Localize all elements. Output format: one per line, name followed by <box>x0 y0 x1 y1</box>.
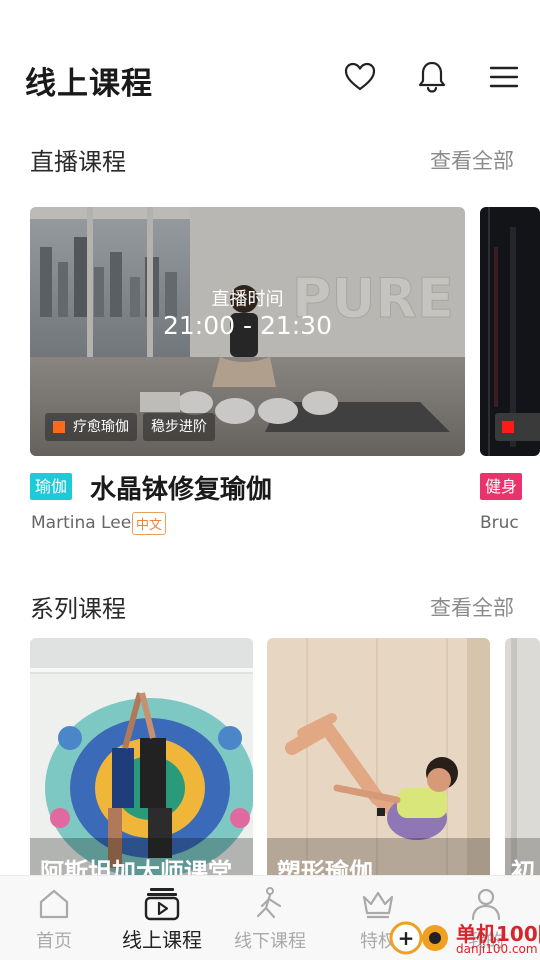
tab-label: 线上课程 <box>122 928 202 952</box>
svg-text:+: + <box>398 926 415 950</box>
course-name[interactable]: 水晶钵修复瑜伽 <box>90 469 272 506</box>
series-see-all-link[interactable]: 查看全部 <box>430 592 514 622</box>
instructor-name: Martina Lee <box>31 513 132 533</box>
course-tag: 疗愈瑜伽 <box>45 413 137 441</box>
course-tag: 稳步进阶 <box>143 413 215 441</box>
live-time-label: 直播时间 <box>211 289 284 310</box>
language-tag: 中文 <box>132 512 167 535</box>
tab-offline-courses[interactable]: 线下课程 <box>216 876 324 960</box>
live-see-all-link[interactable]: 查看全部 <box>430 145 514 175</box>
series-section-title: 系列课程 <box>30 595 126 623</box>
watermark-url: danji100.com <box>456 942 538 956</box>
instructor-name: Bruc <box>480 513 519 533</box>
live-time: 21:00 - 21:30 <box>162 311 332 340</box>
series-course-photo-next <box>505 638 540 878</box>
header: 线上课程 <box>0 0 540 130</box>
category-badge: 瑜伽 <box>30 473 73 500</box>
yoga-pose-icon <box>256 887 282 919</box>
series-course-photo <box>30 638 253 878</box>
page-title: 线上课程 <box>25 66 153 102</box>
category-badge: 健身 <box>480 473 523 500</box>
favorites-button[interactable] <box>341 58 379 96</box>
watermark-icon: + <box>389 921 448 955</box>
series-course-photo <box>267 638 490 878</box>
watermark-logo: + 单机100网 danji100.com <box>388 914 540 960</box>
tag-square-icon <box>53 421 65 433</box>
series-course-card-next[interactable]: 初 <box>505 638 540 878</box>
tab-online-courses[interactable]: 线上课程 <box>108 876 216 960</box>
live-course-card[interactable]: PURE 直播时间 21:00 - 21:30 疗愈瑜伽 稳步进阶 <box>30 207 465 456</box>
play-icon <box>144 888 180 921</box>
series-course-card[interactable]: 塑形瑜伽 <box>267 638 490 878</box>
home-icon <box>39 889 69 919</box>
menu-icon <box>489 66 519 88</box>
course-tags: 疗愈瑜伽 稳步进阶 <box>45 413 215 441</box>
live-course-card-next[interactable] <box>480 207 540 456</box>
menu-button[interactable] <box>485 58 523 96</box>
bell-icon <box>418 61 446 93</box>
tab-home[interactable]: 首页 <box>0 876 108 960</box>
live-course-photo-next <box>480 207 540 456</box>
series-course-card[interactable]: 阿斯坦加大师课堂 <box>30 638 253 878</box>
tab-label: 线下课程 <box>234 931 306 952</box>
live-section-title: 直播课程 <box>30 148 126 176</box>
notifications-button[interactable] <box>413 58 451 96</box>
next-card-info: 健身 Bruc <box>480 473 540 533</box>
heart-icon <box>344 62 376 91</box>
tab-label: 首页 <box>36 931 72 952</box>
